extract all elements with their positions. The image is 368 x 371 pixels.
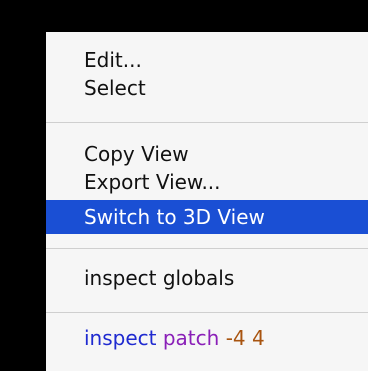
menu-item-export-view[interactable]: Export View... <box>46 168 368 196</box>
menu-item-inspect-patch[interactable]: inspect patch -4 4 <box>46 324 368 352</box>
context-menu: Edit... Select Copy View Export View... … <box>46 32 368 371</box>
menu-item-edit[interactable]: Edit... <box>46 46 368 74</box>
menu-separator <box>46 312 368 313</box>
menu-item-copy-view[interactable]: Copy View <box>46 140 368 168</box>
patch-word: patch <box>162 326 220 350</box>
menu-item-inspect-globals[interactable]: inspect globals <box>46 264 368 292</box>
menu-separator <box>46 122 368 123</box>
patch-coordinates: -4 4 <box>225 326 265 350</box>
inspect-word: inspect <box>84 326 157 350</box>
menu-item-switch-to-3d-view[interactable]: Switch to 3D View <box>46 200 368 234</box>
menu-item-select[interactable]: Select <box>46 74 368 102</box>
menu-separator <box>46 248 368 249</box>
